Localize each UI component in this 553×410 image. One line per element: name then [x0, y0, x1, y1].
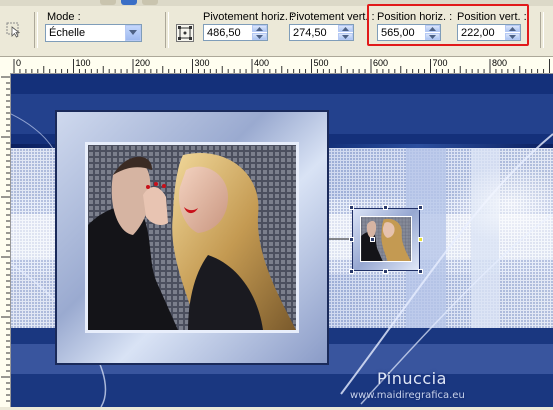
pick-tool-icon[interactable] [6, 22, 22, 38]
image-canvas[interactable]: Pinuccia www.maidiregrafica.eu [11, 74, 553, 407]
toolbar-tab-2[interactable] [121, 0, 137, 5]
small-couple-photo-image [361, 217, 411, 261]
spin-up-icon[interactable] [338, 25, 353, 32]
resize-handle[interactable] [349, 237, 354, 242]
spin-down-icon[interactable] [338, 33, 353, 40]
ruler-label: 400 [254, 58, 269, 68]
mode-select[interactable]: Échelle [45, 24, 142, 42]
ruler-vertical [0, 73, 11, 407]
spin-up-icon[interactable] [252, 25, 267, 32]
pivot-v-value: 274,50 [293, 27, 327, 39]
toolbar-separator [540, 12, 544, 48]
toolbar-tab-3[interactable] [142, 0, 158, 5]
highlight-box [367, 4, 529, 46]
pivot-h-value: 486,50 [207, 27, 241, 39]
center-node-icon[interactable] [176, 24, 194, 42]
resize-handle[interactable] [418, 205, 423, 210]
ruler-label: 0 [16, 58, 21, 68]
pivot-point[interactable] [370, 237, 375, 242]
ruler-label: 700 [433, 58, 448, 68]
pivot-h-label: Pivotement horiz. : [203, 11, 295, 23]
toolbar-separator [165, 12, 169, 48]
resize-handle[interactable] [383, 205, 388, 210]
photo-inner [85, 142, 299, 333]
tool-options-bar: Mode : Échelle Pivotement horiz. : 486,5… [0, 0, 553, 57]
small-photo-inner [360, 216, 412, 262]
toolbar-separator [34, 12, 38, 48]
toolbar-tab-1[interactable] [100, 0, 116, 5]
ruler-label: 100 [76, 58, 91, 68]
pivot-h-field[interactable]: 486,50 [203, 24, 268, 41]
selected-small-frame[interactable] [349, 205, 423, 274]
ruler-label: 200 [135, 58, 150, 68]
resize-handle[interactable] [418, 269, 423, 274]
ruler-label: 800 [492, 58, 507, 68]
ruler-label: 600 [373, 58, 388, 68]
dropdown-arrow-icon[interactable] [125, 25, 141, 41]
spin-down-icon[interactable] [252, 33, 267, 40]
pivot-v-label: Pivotement vert. : [289, 11, 375, 23]
mode-select-value: Échelle [49, 27, 86, 39]
ruler-vertical-ticks [1, 76, 10, 402]
ruler-label: 300 [195, 58, 210, 68]
resize-handle[interactable] [383, 269, 388, 274]
ruler-ticks: 0 100 200 300 400 500 600 700 800 [13, 58, 550, 73]
mode-label: Mode : [47, 11, 81, 23]
ruler-horizontal: 0 100 200 300 400 500 600 700 800 [0, 57, 553, 74]
small-framed-photo[interactable] [352, 208, 420, 271]
rotate-handle[interactable] [418, 237, 423, 242]
watermark-url: www.maidiregrafica.eu [350, 390, 465, 401]
ruler-label: 500 [314, 58, 329, 68]
pivot-v-field[interactable]: 274,50 [289, 24, 354, 41]
resize-handle[interactable] [349, 205, 354, 210]
large-framed-photo[interactable] [55, 110, 329, 365]
watermark-name: Pinuccia [377, 369, 447, 388]
couple-photo-image [88, 145, 296, 330]
resize-handle[interactable] [349, 269, 354, 274]
